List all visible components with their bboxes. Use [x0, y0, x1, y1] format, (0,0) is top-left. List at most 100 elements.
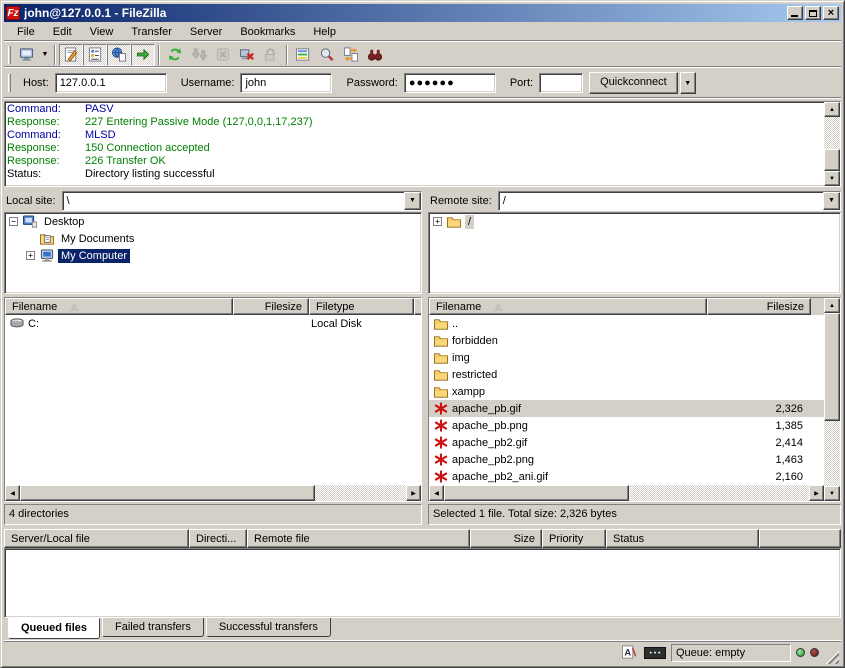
scroll-up-icon[interactable]: ▲	[824, 298, 840, 313]
tab-failed-transfers[interactable]: Failed transfers	[102, 618, 204, 637]
scrollbar-track[interactable]	[824, 117, 840, 149]
toolbar-grip[interactable]	[8, 74, 11, 92]
find-files-button[interactable]	[363, 44, 387, 66]
synchronized-browsing-button[interactable]	[339, 44, 363, 66]
column-header-filename[interactable]: Filename	[429, 298, 707, 315]
reconnect-button[interactable]	[259, 44, 283, 66]
menu-bar: FileEditViewTransferServerBookmarksHelp	[4, 22, 841, 42]
file-row-forbidden[interactable]: forbidden	[429, 332, 824, 349]
title-bar[interactable]: Fz john@127.0.0.1 - FileZilla ×	[4, 4, 841, 22]
tab-successful-transfers[interactable]: Successful transfers	[206, 618, 331, 637]
file-row-apache-pb2-ani.gif[interactable]: apache_pb2_ani.gif2,160	[429, 468, 824, 485]
scrollbar-track[interactable]	[315, 485, 406, 501]
toggle-local-tree-button[interactable]	[83, 44, 107, 66]
menu-edit[interactable]: Edit	[44, 24, 81, 40]
column-header-filesize[interactable]: Filesize	[707, 298, 811, 315]
menu-view[interactable]: View	[81, 24, 123, 40]
scrollbar-track[interactable]	[824, 421, 840, 486]
expand-icon[interactable]: +	[26, 251, 35, 260]
quickconnect-button[interactable]: Quickconnect	[589, 72, 678, 94]
directory-comparison-button[interactable]	[315, 44, 339, 66]
remote-horizontal-scrollbar[interactable]: ◀▶	[429, 485, 824, 501]
menu-bookmarks[interactable]: Bookmarks	[231, 24, 304, 40]
site-manager-button[interactable]	[15, 44, 39, 66]
scroll-up-icon[interactable]: ▲	[824, 102, 840, 117]
scroll-left-icon[interactable]: ◀	[5, 485, 20, 501]
file-row-xampp[interactable]: xampp	[429, 383, 824, 400]
collapse-icon[interactable]: −	[9, 217, 18, 226]
transfer-queue-body[interactable]	[4, 548, 841, 618]
remote-vertical-scrollbar[interactable]: ▲▼	[824, 298, 840, 501]
column-header-filetype[interactable]: Filetype	[309, 298, 414, 315]
quickconnect-dropdown-button[interactable]: ▼	[680, 72, 696, 94]
directory-listing-filters-button[interactable]	[291, 44, 315, 66]
scroll-down-icon[interactable]: ▼	[824, 486, 840, 501]
scrollbar-track[interactable]	[629, 485, 809, 501]
tree-item-my-documents[interactable]: My Documents	[5, 230, 421, 247]
password-input[interactable]: ●●●●●●	[404, 73, 496, 93]
message-log-scrollbar[interactable]: ▲ ▼	[824, 102, 840, 186]
scroll-right-icon[interactable]: ▶	[406, 485, 421, 501]
column-header-filesize[interactable]: Filesize	[233, 298, 309, 315]
scroll-down-icon[interactable]: ▼	[824, 171, 840, 186]
site-manager-dropdown-button[interactable]: ▼	[39, 44, 51, 66]
refresh-button[interactable]	[163, 44, 187, 66]
menu-file[interactable]: File	[8, 24, 44, 40]
queue-status: Queue: empty	[671, 644, 791, 662]
disconnect-button[interactable]	[235, 44, 259, 66]
filename-cell: apache_pb2.gif	[429, 436, 707, 450]
tree-item--[interactable]: +/	[429, 213, 840, 230]
queue-column-directi[interactable]: Directi...	[189, 529, 247, 548]
column-header-l[interactable]: L	[414, 298, 421, 315]
local-horizontal-scrollbar[interactable]: ◀▶	[5, 485, 421, 501]
local-file-list: FilenameFilesizeFiletypeLC:Local Disk◀▶	[4, 297, 422, 502]
tab-queued-files[interactable]: Queued files	[8, 618, 100, 639]
queue-column-remotefile[interactable]: Remote file	[247, 529, 470, 548]
toggle-message-log-button[interactable]	[59, 44, 83, 66]
menu-transfer[interactable]: Transfer	[122, 24, 181, 40]
find-files	[367, 47, 383, 62]
username-input[interactable]: john	[240, 73, 332, 93]
process-queue-button[interactable]	[187, 44, 211, 66]
file-row-c-[interactable]: C:Local Disk	[5, 315, 421, 332]
local-site-combobox[interactable]: \▼	[62, 191, 422, 211]
queue-column-priority[interactable]: Priority	[542, 529, 606, 548]
tree-item-my-computer[interactable]: +My Computer	[5, 247, 421, 264]
file-row-..[interactable]: ..	[429, 315, 824, 332]
file-row-img[interactable]: img	[429, 349, 824, 366]
queue-column-serverlocalfile[interactable]: Server/Local file	[4, 529, 189, 548]
chevron-down-icon[interactable]: ▼	[823, 192, 840, 210]
queue-column-size[interactable]: Size	[470, 529, 542, 548]
scrollbar-thumb[interactable]	[20, 485, 315, 501]
resize-grip[interactable]	[824, 649, 839, 664]
file-row-apache-pb.gif[interactable]: apache_pb.gif2,326	[429, 400, 824, 417]
toolbar-grip[interactable]	[8, 46, 11, 64]
file-row-apache-pb.png[interactable]: apache_pb.png1,385	[429, 417, 824, 434]
scrollbar-thumb[interactable]	[824, 149, 840, 171]
scroll-right-icon[interactable]: ▶	[809, 485, 824, 501]
scrollbar-thumb[interactable]	[444, 485, 629, 501]
chevron-down-icon[interactable]: ▼	[404, 192, 421, 210]
toggle-transfer-queue-button[interactable]	[131, 44, 155, 66]
column-header-filename[interactable]: Filename	[5, 298, 233, 315]
maximize-button[interactable]	[805, 6, 821, 20]
minimize-button[interactable]	[787, 6, 803, 20]
cancel-operation-button[interactable]	[211, 44, 235, 66]
host-input[interactable]: 127.0.0.1	[55, 73, 167, 93]
scroll-left-icon[interactable]: ◀	[429, 485, 444, 501]
toggle-transfer-queue	[135, 47, 151, 62]
expand-icon[interactable]: +	[433, 217, 442, 226]
queue-column-status[interactable]: Status	[606, 529, 759, 548]
menu-server[interactable]: Server	[181, 24, 231, 40]
filename-text: img	[452, 352, 470, 364]
file-row-restricted[interactable]: restricted	[429, 366, 824, 383]
port-input[interactable]	[539, 73, 583, 93]
scrollbar-thumb[interactable]	[824, 313, 840, 421]
tree-item-desktop[interactable]: −Desktop	[5, 213, 421, 230]
close-button[interactable]: ×	[823, 6, 839, 20]
toggle-remote-tree-button[interactable]	[107, 44, 131, 66]
file-row-apache-pb2.png[interactable]: apache_pb2.png1,463	[429, 451, 824, 468]
remote-site-combobox[interactable]: /▼	[498, 191, 841, 211]
menu-help[interactable]: Help	[304, 24, 345, 40]
file-row-apache-pb2.gif[interactable]: apache_pb2.gif2,414	[429, 434, 824, 451]
